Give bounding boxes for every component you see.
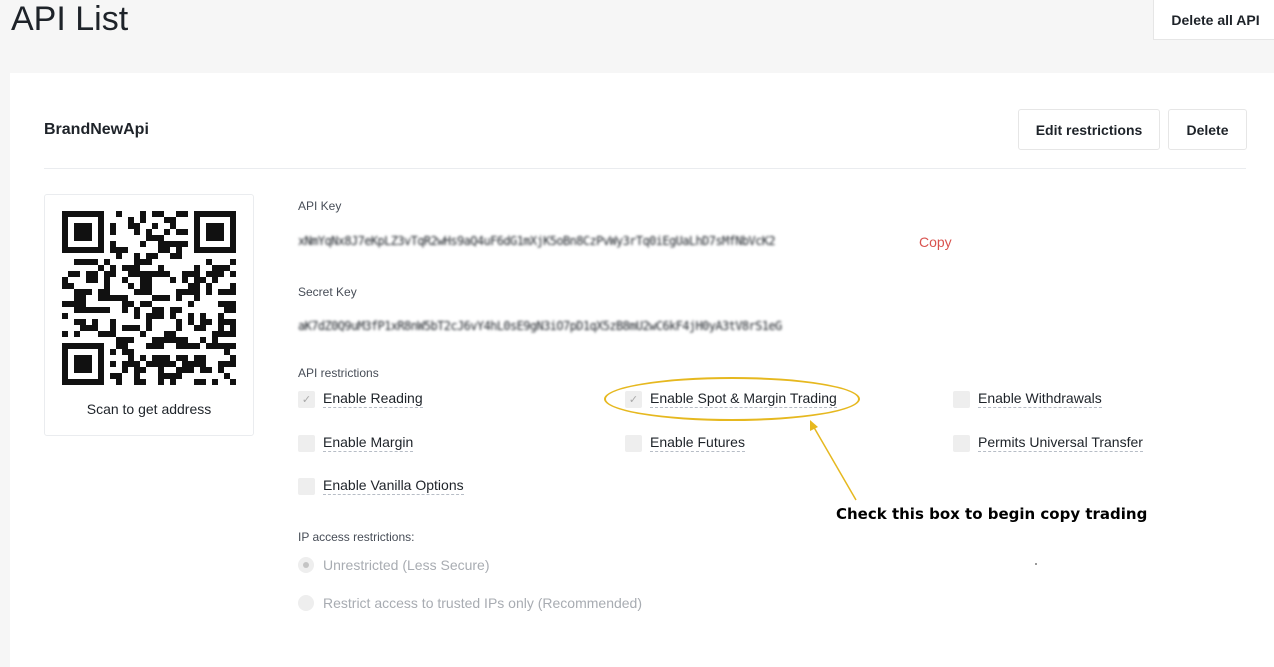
api-card: BrandNewApi Edit restrictions Delete Sca… xyxy=(10,73,1274,667)
page-title: API List xyxy=(11,0,129,38)
stray-mark xyxy=(1035,563,1037,565)
delete-all-api-button[interactable]: Delete all API xyxy=(1153,0,1274,40)
annotation-text: Check this box to begin copy trading xyxy=(836,505,1148,523)
annotation-arrow xyxy=(810,420,857,501)
